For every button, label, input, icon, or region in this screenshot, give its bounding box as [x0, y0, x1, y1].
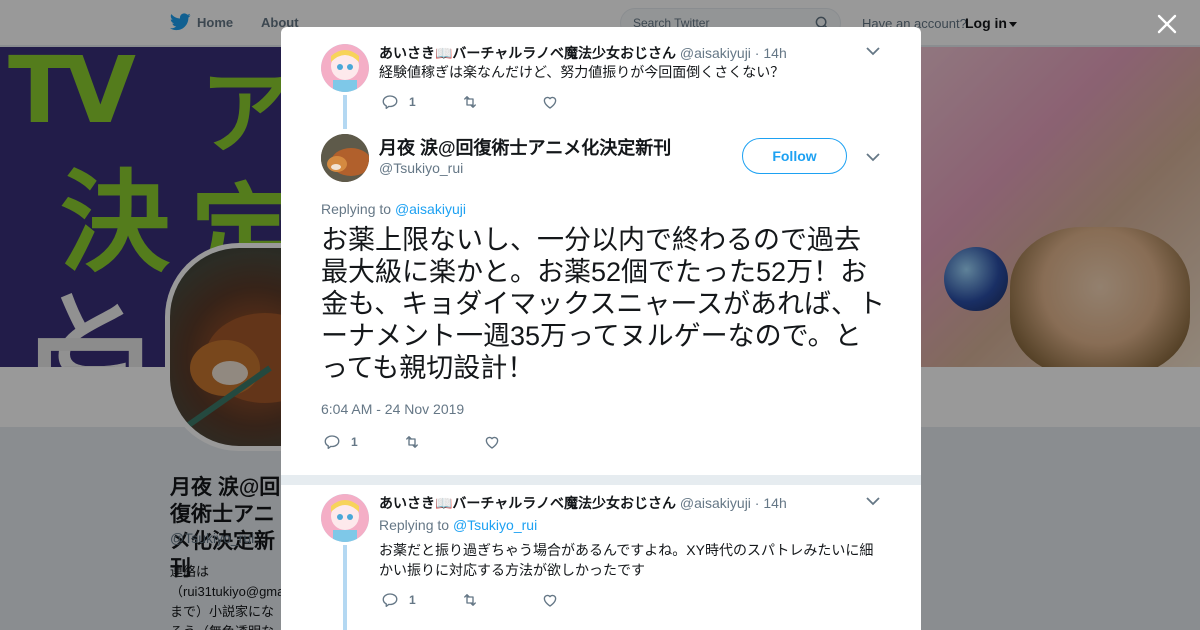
tweet-2-name[interactable]: あいさき📖バーチャルラノベ魔法少女おじさん — [379, 495, 676, 511]
like-icon — [543, 594, 557, 607]
tweet-1-reply-count: 1 — [409, 95, 416, 109]
replying-mention[interactable]: @Tsukiyo_rui — [453, 517, 537, 533]
tweet-2-replying-to: Replying to @Tsukiyo_rui — [379, 517, 537, 533]
tweet-1-handle[interactable]: @aisakiyuji — [680, 45, 751, 61]
replying-mention[interactable]: @aisakiyuji — [395, 201, 466, 217]
tweet-2-time[interactable]: 14h — [763, 495, 786, 511]
tweet-1-time[interactable]: 14h — [763, 45, 786, 61]
close-icon[interactable] — [1155, 12, 1179, 36]
tweet-1-retweet-button[interactable] — [461, 92, 479, 112]
chevron-down-icon[interactable] — [866, 496, 880, 506]
follow-button[interactable]: Follow — [742, 138, 847, 174]
main-tweet-timestamp[interactable]: 6:04 AM - 24 Nov 2019 — [321, 401, 464, 417]
tweet-1-reply-button[interactable]: 1 — [381, 92, 416, 112]
tweet-1-header: あいさき📖バーチャルラノベ魔法少女おじさん @aisakiyuji · 14h — [379, 45, 787, 61]
tweet-2-text: お薬だと振り過ぎちゃう場合があるんですよね。XY時代のスパトレみたいに細かい振り… — [379, 542, 874, 578]
tweet-2-header: あいさき📖バーチャルラノベ魔法少女おじさん @aisakiyuji · 14h — [379, 495, 787, 511]
reply-icon — [324, 435, 340, 450]
like-icon — [485, 436, 499, 449]
fox-avatar-art — [321, 134, 369, 182]
replying-label: Replying to — [321, 201, 392, 217]
main-reply-button[interactable]: 1 — [323, 432, 358, 452]
main-replying-to: Replying to @aisakiyuji — [321, 201, 466, 217]
retweet-icon — [406, 436, 418, 448]
tweet-avatar-aisaki[interactable] — [321, 44, 369, 92]
retweet-icon — [464, 594, 476, 606]
main-retweet-button[interactable] — [403, 432, 421, 452]
main-tweet-text: お薬上限ないし、一分以内で終わるので過去最大級に楽かと。お薬52個でたった52万… — [321, 225, 886, 383]
anime-avatar-art — [321, 44, 369, 92]
main-tweet-handle[interactable]: @Tsukiyo_rui — [379, 160, 463, 176]
tweet-modal: あいさき📖バーチャルラノベ魔法少女おじさん @aisakiyuji · 14h … — [281, 27, 921, 630]
main-reply-count: 1 — [351, 435, 358, 449]
section-divider — [281, 475, 921, 485]
main-tweet-name[interactable]: 月夜 涙@回復術士アニメ化決定新刊 — [379, 134, 691, 160]
tweet-1-name[interactable]: あいさき📖バーチャルラノベ魔法少女おじさん — [379, 45, 676, 61]
tweet-1-like-button[interactable] — [541, 92, 559, 112]
tweet-2-handle[interactable]: @aisakiyuji — [680, 495, 751, 511]
tweet-2-reply-count: 1 — [409, 593, 416, 607]
chevron-down-icon[interactable] — [866, 46, 880, 56]
tweet-2-reply-button[interactable]: 1 — [381, 590, 416, 610]
tweet-1-text: 経験値稼ぎは楽なんだけど、努力値振りが今回面倒くさくない？ — [379, 64, 785, 80]
retweet-icon — [464, 96, 476, 108]
anime-avatar-art — [321, 494, 369, 542]
chevron-down-icon[interactable] — [866, 152, 880, 162]
like-icon — [543, 96, 557, 109]
thread-line — [343, 95, 347, 129]
thread-line — [343, 545, 347, 630]
replying-label: Replying to — [379, 517, 450, 533]
main-like-button[interactable] — [483, 432, 501, 452]
tweet-2-like-button[interactable] — [541, 590, 559, 610]
reply-icon — [382, 95, 398, 110]
tweet-2-retweet-button[interactable] — [461, 590, 479, 610]
reply-avatar-aisaki[interactable] — [321, 494, 369, 542]
reply-icon — [382, 593, 398, 608]
main-tweet-avatar[interactable] — [321, 134, 369, 182]
